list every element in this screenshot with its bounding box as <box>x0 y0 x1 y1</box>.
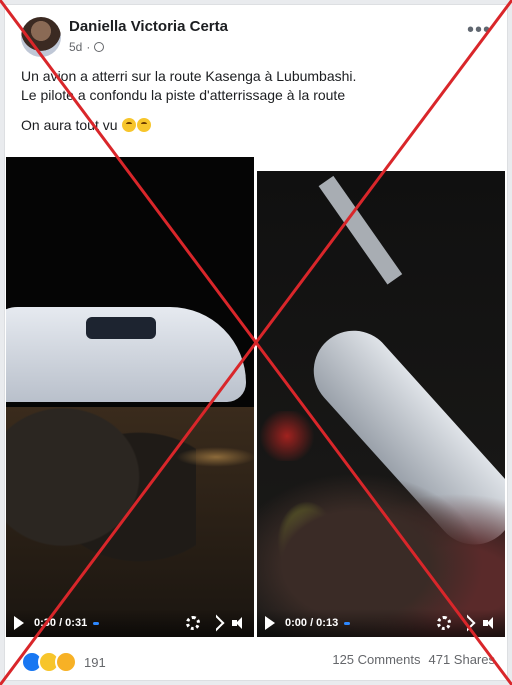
video-controls: 0:30 / 0:31 <box>6 609 254 637</box>
settings-icon[interactable] <box>437 616 451 630</box>
video-controls-right <box>437 614 497 632</box>
video-controls-right <box>186 614 246 632</box>
post-card: Daniella Victoria Certa 5d · ••• Un avio… <box>4 4 508 681</box>
more-options-icon[interactable]: ••• <box>467 20 491 40</box>
video-scene-window <box>86 317 156 339</box>
volume-icon[interactable] <box>483 617 497 629</box>
progress-indicator[interactable] <box>93 621 100 625</box>
comments-link[interactable]: 125 Comments <box>332 652 420 667</box>
post-meta: 5d · <box>69 40 105 54</box>
video-controls: 0:00 / 0:13 <box>257 609 505 637</box>
reaction-count: 191 <box>84 654 106 670</box>
author-name[interactable]: Daniella Victoria Certa <box>69 18 228 35</box>
wow-reaction-icon <box>55 651 77 673</box>
comment-line-text: On aura tout vu <box>21 117 118 133</box>
fullscreen-icon[interactable] <box>458 614 476 632</box>
flushed-face-icon <box>137 118 152 132</box>
play-icon[interactable] <box>14 616 24 630</box>
video-player-2[interactable]: 0:00 / 0:13 <box>257 171 505 637</box>
video-scene-light <box>176 447 254 467</box>
post-line: Un avion a atterri sur la route Kasenga … <box>21 68 357 84</box>
post-time[interactable]: 5d <box>69 40 82 54</box>
progress-indicator[interactable] <box>344 621 351 625</box>
avatar[interactable] <box>21 17 61 57</box>
video-time: 0:30 / 0:31 <box>34 617 88 629</box>
shares-link[interactable]: 471 Shares <box>429 652 496 667</box>
play-icon[interactable] <box>265 616 275 630</box>
fullscreen-icon[interactable] <box>207 614 225 632</box>
volume-icon[interactable] <box>232 617 246 629</box>
video-player-1[interactable]: 0:30 / 0:31 <box>6 157 254 637</box>
video-time: 0:00 / 0:13 <box>285 617 339 629</box>
settings-icon[interactable] <box>186 616 200 630</box>
video-scene-red-light <box>257 411 317 461</box>
meta-separator: · <box>86 40 91 54</box>
post-text: Un avion a atterri sur la route Kasenga … <box>21 67 491 135</box>
post-line: Le pilote a confondu la piste d'atterris… <box>21 87 346 103</box>
globe-icon <box>94 42 105 52</box>
engagement-stats: 125 Comments 471 Shares <box>332 652 495 667</box>
flushed-face-icon <box>122 118 137 132</box>
post-comment-line: On aura tout vu <box>21 116 491 135</box>
reactions-summary[interactable]: 191 <box>21 651 106 673</box>
video-scene-crowd <box>6 397 196 597</box>
